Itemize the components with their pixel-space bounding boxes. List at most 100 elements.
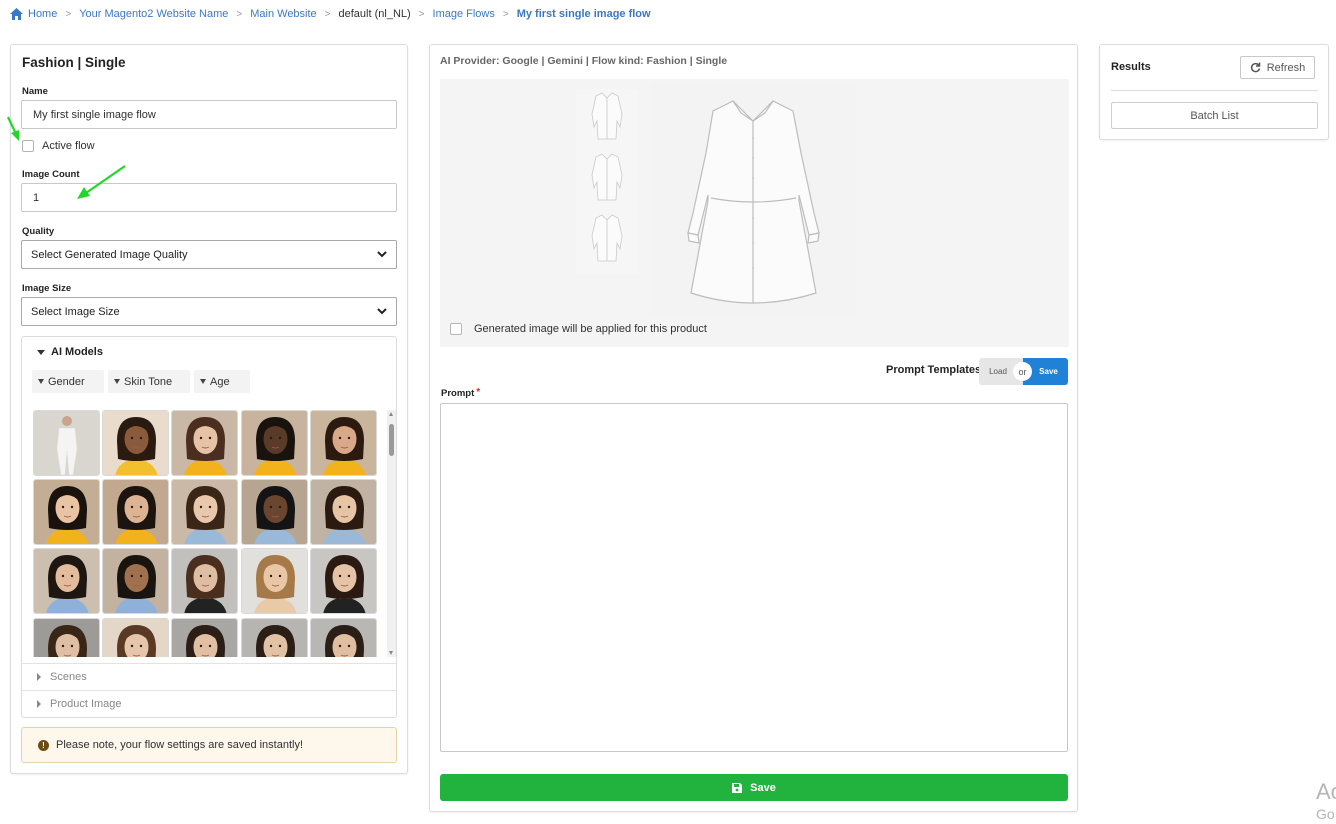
scroll-down-arrow-icon[interactable] [389,651,393,655]
info-icon: ! [38,739,49,751]
chevron-down-icon [377,251,387,258]
ai-model-thumbnail[interactable] [171,410,239,476]
refresh-label: Refresh [1266,61,1306,74]
breadcrumb-current-page: My first single image flow [516,8,651,20]
breadcrumb-image-flows-link[interactable]: Image Flows [433,8,495,20]
apply-to-product-label: Generated image will be applied for this… [474,323,707,335]
breadcrumb-main-website-link[interactable]: Main Website [250,8,316,20]
ai-model-thumbnail[interactable] [240,410,308,476]
ai-model-thumbnail[interactable] [33,617,100,657]
product-image-label: Product Image [50,698,122,710]
image-count-input[interactable] [21,183,397,212]
image-count-label: Image Count [22,169,80,180]
ai-model-thumbnail[interactable] [33,548,100,615]
chevron-down-icon [377,308,387,315]
breadcrumb-website-name-link[interactable]: Your Magento2 Website Name [79,8,228,20]
ai-model-thumbnail[interactable] [309,548,377,615]
product-image-accordion-item[interactable]: Product Image [22,690,396,717]
scrollbar-thumb[interactable] [389,424,394,456]
dress-product-image [651,83,856,315]
breadcrumb-home-link[interactable]: Home [28,8,57,20]
prompt-templates-label: Prompt Templates [886,364,982,376]
active-flow-checkbox[interactable] [22,140,34,152]
caret-right-icon [37,673,41,681]
breadcrumb-separator: > [236,8,243,20]
breadcrumb: Home > Your Magento2 Website Name > Main… [10,6,651,22]
image-size-select-value: Select Image Size [31,305,120,318]
results-divider [1111,90,1318,91]
breadcrumb-separator: > [418,8,425,20]
save-button[interactable]: Save [440,774,1068,801]
ai-models-toggle[interactable]: AI Models [37,346,103,358]
breadcrumb-separator: > [324,8,331,20]
refresh-icon [1250,62,1260,73]
breadcrumb-separator: > [502,8,509,20]
flow-kind-title: Fashion | Single [22,55,126,70]
caret-down-icon [114,379,120,384]
gender-filter-button[interactable]: Gender [32,370,104,393]
gender-filter-label: Gender [48,375,85,388]
scenes-label: Scenes [50,671,87,683]
dress-thumbnail-image[interactable] [576,89,638,274]
ai-model-thumbnail[interactable] [240,617,308,657]
active-flow-label: Active flow [42,140,95,152]
ai-model-thumbnail[interactable] [102,410,170,476]
caret-down-icon [37,349,45,355]
quality-select-value: Select Generated Image Quality [31,248,188,261]
skin-tone-filter-button[interactable]: Skin Tone [108,370,190,393]
watermark-line-2: Go [1316,806,1335,822]
breadcrumb-separator: > [65,8,72,20]
ai-model-thumbnail[interactable] [102,479,170,546]
notice-text: Please note, your flow settings are save… [56,739,304,751]
required-marker: * [476,387,481,398]
scroll-up-arrow-icon[interactable] [389,412,393,416]
ai-model-thumbnail[interactable] [309,410,377,476]
ai-model-thumbnail[interactable] [102,617,170,657]
ai-model-thumbnail[interactable] [102,548,170,615]
prompt-label: Prompt * [441,387,480,399]
caret-right-icon [37,700,41,708]
product-preview: Generated image will be applied for this… [440,79,1069,347]
batch-list-button[interactable]: Batch List [1111,102,1318,129]
ai-model-thumbnail[interactable] [171,548,239,615]
active-flow-row: Active flow [22,140,95,152]
ai-model-thumbnail[interactable] [171,479,239,546]
settings-saved-notice: ! Please note, your flow settings are sa… [21,727,397,763]
results-panel: Results Refresh Batch List [1099,44,1329,140]
product-thumbnails [576,89,638,274]
ai-models-accordion: AI Models Gender Skin Tone Age Scenes Pr… [21,336,397,718]
flow-settings-panel: Fashion | Single Name Active flow Image … [10,44,408,774]
ai-models-heading: AI Models [51,346,103,358]
quality-label: Quality [22,226,55,237]
name-input[interactable] [21,100,397,129]
scenes-accordion-item[interactable]: Scenes [22,663,396,690]
image-size-label: Image Size [22,283,72,294]
ai-model-thumbnail[interactable] [240,548,308,615]
home-icon [10,8,23,20]
or-divider: or [1013,362,1032,381]
breadcrumb-store-view: default (nl_NL) [338,8,411,20]
apply-to-product-row: Generated image will be applied for this… [450,323,707,335]
caret-down-icon [200,379,206,384]
prompt-templates-toggle: Load Save or [979,358,1068,385]
ai-model-thumbnail[interactable] [309,617,377,657]
results-title: Results [1111,61,1151,73]
save-button-label: Save [750,781,776,794]
skin-tone-filter-label: Skin Tone [124,375,173,388]
model-grid-scrollbar[interactable] [387,410,396,657]
prompt-label-text: Prompt [441,388,475,399]
generation-panel: AI Provider: Google | Gemini | Flow kind… [429,44,1078,812]
name-label: Name [22,86,48,97]
apply-to-product-checkbox[interactable] [450,323,462,335]
ai-model-thumbnail[interactable] [33,479,100,546]
ai-model-thumbnail[interactable] [309,479,377,546]
ai-model-thumbnail[interactable] [240,479,308,546]
prompt-textarea[interactable] [440,403,1068,752]
image-size-select[interactable]: Select Image Size [21,297,397,326]
age-filter-button[interactable]: Age [194,370,250,393]
ai-model-thumbnail[interactable] [33,410,100,476]
refresh-button[interactable]: Refresh [1240,56,1315,79]
watermark-line-1: Ac [1316,779,1336,804]
quality-select[interactable]: Select Generated Image Quality [21,240,397,269]
ai-model-thumbnail[interactable] [171,617,239,657]
